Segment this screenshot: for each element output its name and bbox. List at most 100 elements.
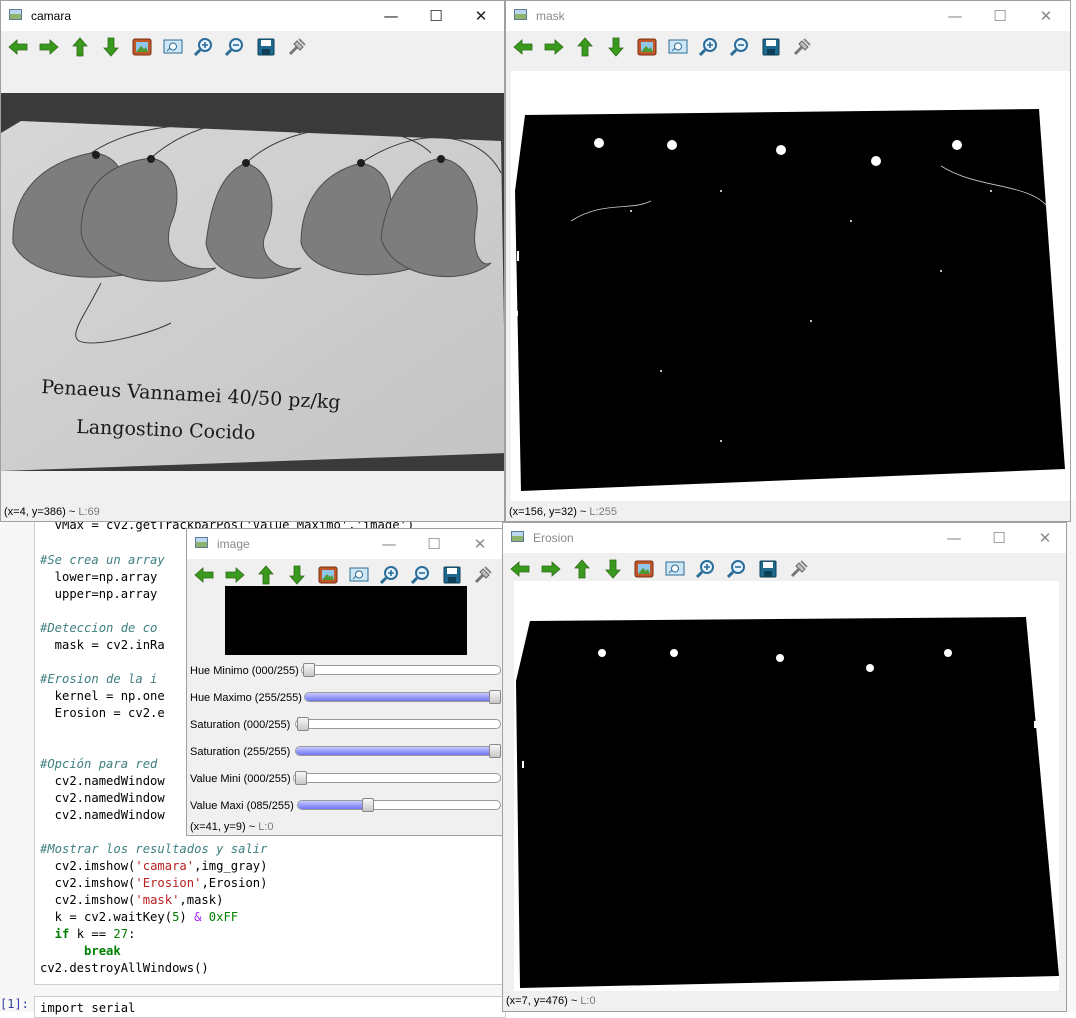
window-title: mask bbox=[536, 9, 565, 23]
zoom-out-button[interactable] bbox=[729, 36, 751, 58]
status-level: L:0 bbox=[580, 995, 596, 1007]
arrow-right-icon bbox=[541, 561, 561, 577]
trackbar-slider[interactable] bbox=[295, 717, 501, 731]
properties-button[interactable] bbox=[286, 36, 308, 58]
trackbar-thumb[interactable] bbox=[297, 717, 309, 731]
title-bar[interactable]: camara — ☐ ✕ bbox=[1, 1, 504, 31]
maximize-button[interactable]: ☐ bbox=[986, 5, 1014, 27]
trackbar-thumb[interactable] bbox=[489, 744, 501, 758]
image-button[interactable] bbox=[633, 558, 655, 580]
arrow-right-button[interactable] bbox=[543, 36, 565, 58]
arrow-down-icon bbox=[103, 37, 119, 57]
trackbar-slider[interactable] bbox=[293, 771, 501, 785]
minimize-button[interactable]: — bbox=[940, 527, 968, 549]
title-bar[interactable]: mask — ☐ ✕ bbox=[506, 1, 1070, 31]
save-button[interactable] bbox=[441, 564, 463, 586]
arrow-up-button[interactable] bbox=[255, 564, 277, 586]
status-level: L:69 bbox=[78, 506, 100, 518]
close-button[interactable]: ✕ bbox=[466, 533, 494, 555]
properties-button[interactable] bbox=[791, 36, 813, 58]
trackbar-slider[interactable] bbox=[295, 744, 501, 758]
arrow-down-button[interactable] bbox=[286, 564, 308, 586]
maximize-button[interactable]: ☐ bbox=[420, 533, 448, 555]
arrow-right-button[interactable] bbox=[540, 558, 562, 580]
zoom-out-button[interactable] bbox=[726, 558, 748, 580]
trackbar-slider[interactable] bbox=[301, 663, 501, 677]
zoom-out-button[interactable] bbox=[410, 564, 432, 586]
close-button[interactable]: ✕ bbox=[1031, 527, 1059, 549]
arrow-left-button[interactable] bbox=[7, 36, 29, 58]
zoom-in-button[interactable] bbox=[698, 36, 720, 58]
arrow-right-button[interactable] bbox=[38, 36, 60, 58]
arrow-up-button[interactable] bbox=[571, 558, 593, 580]
minimize-button[interactable]: — bbox=[941, 5, 969, 27]
arrow-left-icon bbox=[194, 567, 214, 583]
status-bar: (x=41, y=9) ~ L:0 bbox=[190, 821, 273, 833]
zoom-in-button[interactable] bbox=[379, 564, 401, 586]
trackbar-fill bbox=[305, 693, 498, 701]
code-line: lower=np.array bbox=[40, 570, 158, 584]
mask-window[interactable]: mask — ☐ ✕ (x=156, y=32) ~ L:255 bbox=[505, 0, 1071, 522]
image-window[interactable]: image — ☐ ✕ Hue Minimo (000/255) Hue Maxi… bbox=[186, 528, 503, 836]
properties-button[interactable] bbox=[788, 558, 810, 580]
trackbar-thumb[interactable] bbox=[303, 663, 315, 677]
zoom-out-icon bbox=[225, 37, 245, 57]
arrow-left-icon bbox=[510, 561, 530, 577]
image-button[interactable] bbox=[636, 36, 658, 58]
window-title: Erosion bbox=[533, 531, 574, 545]
trackbar-thumb[interactable] bbox=[489, 690, 501, 704]
zoom-in-button[interactable] bbox=[695, 558, 717, 580]
status-bar: (x=7, y=476) ~ L:0 bbox=[506, 995, 596, 1007]
minimize-button[interactable]: — bbox=[377, 5, 405, 27]
zoom-fit-button[interactable] bbox=[348, 564, 370, 586]
trackbar-label: Value Maxi (085/255) bbox=[190, 800, 294, 812]
properties-button[interactable] bbox=[472, 564, 494, 586]
arrow-left-button[interactable] bbox=[512, 36, 534, 58]
code-comment: #Opción para red bbox=[40, 757, 158, 771]
status-coords: (x=156, y=32) ~ bbox=[509, 506, 587, 518]
arrow-left-button[interactable] bbox=[193, 564, 215, 586]
save-button[interactable] bbox=[760, 36, 782, 58]
zoom-fit-button[interactable] bbox=[667, 36, 689, 58]
code-line: cv2.namedWindow bbox=[40, 791, 165, 805]
arrow-down-button[interactable] bbox=[100, 36, 122, 58]
erosion-window[interactable]: Erosion — ☐ ✕ (x=7, y=476) ~ L:0 bbox=[502, 522, 1067, 1012]
zoom-fit-button[interactable] bbox=[664, 558, 686, 580]
minimize-button[interactable]: — bbox=[375, 533, 403, 555]
arrow-down-button[interactable] bbox=[602, 558, 624, 580]
code-line: Erosion = cv2.e bbox=[40, 706, 165, 720]
trackbar-row: Value Mini (000/255) bbox=[187, 767, 501, 793]
maximize-button[interactable]: ☐ bbox=[422, 5, 450, 27]
save-button[interactable] bbox=[255, 36, 277, 58]
arrow-down-button[interactable] bbox=[605, 36, 627, 58]
close-button[interactable]: ✕ bbox=[467, 5, 495, 27]
save-button[interactable] bbox=[757, 558, 779, 580]
arrow-up-button[interactable] bbox=[69, 36, 91, 58]
image-icon bbox=[318, 566, 338, 584]
title-bar[interactable]: image — ☐ ✕ bbox=[187, 529, 502, 559]
image-icon bbox=[634, 560, 654, 578]
image-button[interactable] bbox=[131, 36, 153, 58]
zoom-fit-button[interactable] bbox=[162, 36, 184, 58]
trackbar-thumb[interactable] bbox=[362, 798, 375, 812]
save-icon bbox=[759, 560, 777, 578]
trackbar-row: Saturation (000/255) bbox=[187, 713, 501, 739]
trackbar-thumb[interactable] bbox=[295, 771, 307, 785]
trackbar-slider[interactable] bbox=[297, 798, 501, 812]
zoom-in-button[interactable] bbox=[193, 36, 215, 58]
arrow-up-button[interactable] bbox=[574, 36, 596, 58]
close-button[interactable]: ✕ bbox=[1032, 5, 1060, 27]
title-bar[interactable]: Erosion — ☐ ✕ bbox=[503, 523, 1066, 553]
trackbar-slider[interactable] bbox=[304, 690, 501, 704]
status-level: L:0 bbox=[258, 821, 274, 833]
trackbar-label: Hue Maximo (255/255) bbox=[190, 692, 302, 704]
mask-rendering bbox=[511, 71, 1070, 501]
image-button[interactable] bbox=[317, 564, 339, 586]
camara-window[interactable]: camara — ☐ ✕ Penaeus Vannamei 40/50 pz/k… bbox=[0, 0, 505, 522]
zoom-in-icon bbox=[194, 37, 214, 57]
mask-image bbox=[511, 71, 1070, 501]
arrow-right-button[interactable] bbox=[224, 564, 246, 586]
arrow-left-button[interactable] bbox=[509, 558, 531, 580]
zoom-out-button[interactable] bbox=[224, 36, 246, 58]
maximize-button[interactable]: ☐ bbox=[985, 527, 1013, 549]
